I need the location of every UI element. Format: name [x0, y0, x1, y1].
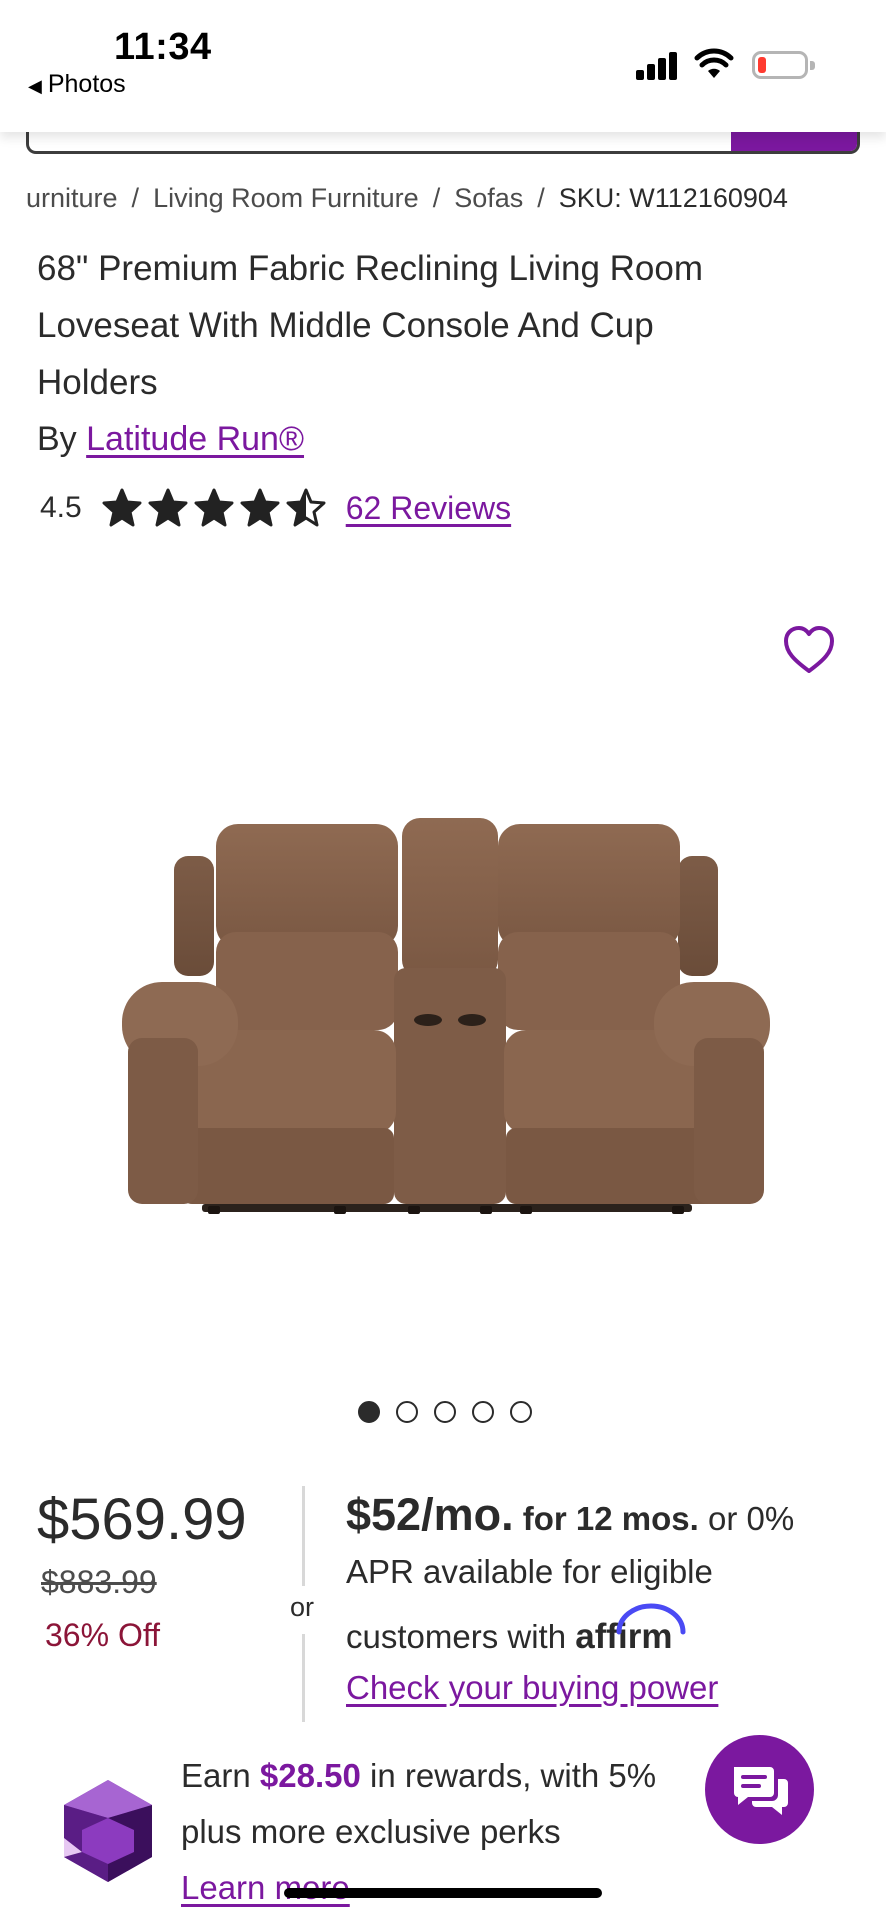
chat-button[interactable]	[705, 1735, 814, 1844]
back-triangle-icon: ◀	[28, 76, 42, 96]
product-title-line: 68" Premium Fabric Reclining Living Room	[37, 249, 704, 288]
by-label: By	[37, 420, 77, 458]
carousel-dot[interactable]	[434, 1401, 456, 1423]
current-price: $569.99	[37, 1487, 247, 1552]
financing-text: customers with	[346, 1618, 567, 1655]
financing-text: APR available for eligible	[346, 1553, 713, 1590]
heart-icon[interactable]	[782, 624, 836, 676]
star-full-icon	[148, 488, 188, 527]
rating-row: 4.5 62 Reviews	[40, 486, 511, 530]
product-image[interactable]	[112, 808, 772, 1228]
check-buying-power-link[interactable]: Check your buying power	[346, 1669, 718, 1706]
star-half-icon	[286, 488, 326, 527]
breadcrumb-separator: /	[537, 183, 545, 213]
financing-offer: $52/mo. for 12 mos. or 0% APR available …	[346, 1484, 866, 1714]
status-bar: 11:34 ◀ Photos	[0, 0, 886, 132]
product-title: 68" Premium Fabric Reclining Living Room…	[37, 240, 837, 411]
battery-icon	[752, 51, 815, 79]
home-indicator	[284, 1888, 602, 1898]
breadcrumb-separator: /	[432, 183, 441, 213]
product-title-line: Loveseat With Middle Console And Cup	[37, 306, 654, 345]
back-to-photos[interactable]: ◀ Photos	[28, 70, 126, 99]
breadcrumb: urniture / Living Room Furniture / Sofas / SKU…	[26, 183, 886, 214]
carousel-dot[interactable]	[396, 1401, 418, 1423]
discount-label: 36% Off	[45, 1617, 161, 1653]
brand-link[interactable]: Latitude Run®	[86, 420, 304, 458]
purple-gem-icon	[64, 1780, 152, 1882]
financing-text: or 0%	[708, 1500, 795, 1537]
was-price: $883.99	[41, 1564, 157, 1600]
breadcrumb-item-furniture[interactable]: urniture	[26, 183, 118, 213]
rating-value: 4.5	[40, 491, 82, 524]
monthly-amount: $52/mo.	[346, 1489, 514, 1540]
star-full-icon	[194, 488, 234, 527]
breadcrumb-item-living-room-furniture[interactable]: Living Room Furniture	[153, 183, 419, 213]
rewards-line2: plus more exclusive perks	[181, 1813, 561, 1850]
breadcrumb-item-sofas[interactable]: Sofas	[454, 183, 523, 213]
carousel-dot[interactable]	[472, 1401, 494, 1423]
status-time: 11:34	[114, 26, 212, 68]
rewards-suffix: in rewards, with 5%	[370, 1757, 657, 1794]
financing-terms: for 12 mos.	[522, 1500, 699, 1537]
affirm-logo: affirm	[575, 1603, 686, 1662]
star-full-icon	[240, 488, 280, 527]
wifi-icon	[694, 48, 734, 78]
star-full-icon	[102, 488, 142, 527]
carousel-dots	[358, 1401, 532, 1423]
divider	[302, 1486, 305, 1586]
affirm-arc-icon	[616, 1603, 686, 1635]
brand-line: By Latitude Run®	[37, 420, 304, 459]
rating-stars	[102, 488, 326, 528]
rewards-prefix: Earn	[181, 1757, 251, 1794]
chat-bubbles-icon	[733, 1766, 788, 1815]
carousel-dot[interactable]	[358, 1401, 380, 1423]
back-label: Photos	[47, 70, 126, 98]
rewards-amount: $28.50	[259, 1757, 361, 1794]
divider	[302, 1634, 305, 1722]
reviews-link[interactable]: 62 Reviews	[346, 490, 511, 527]
carousel-dot[interactable]	[510, 1401, 532, 1423]
or-label: or	[290, 1592, 315, 1622]
breadcrumb-separator: /	[131, 183, 140, 213]
product-title-line: Holders	[37, 363, 158, 402]
sku-label: SKU: W112160904	[558, 183, 788, 213]
cellular-signal-icon	[636, 50, 680, 80]
